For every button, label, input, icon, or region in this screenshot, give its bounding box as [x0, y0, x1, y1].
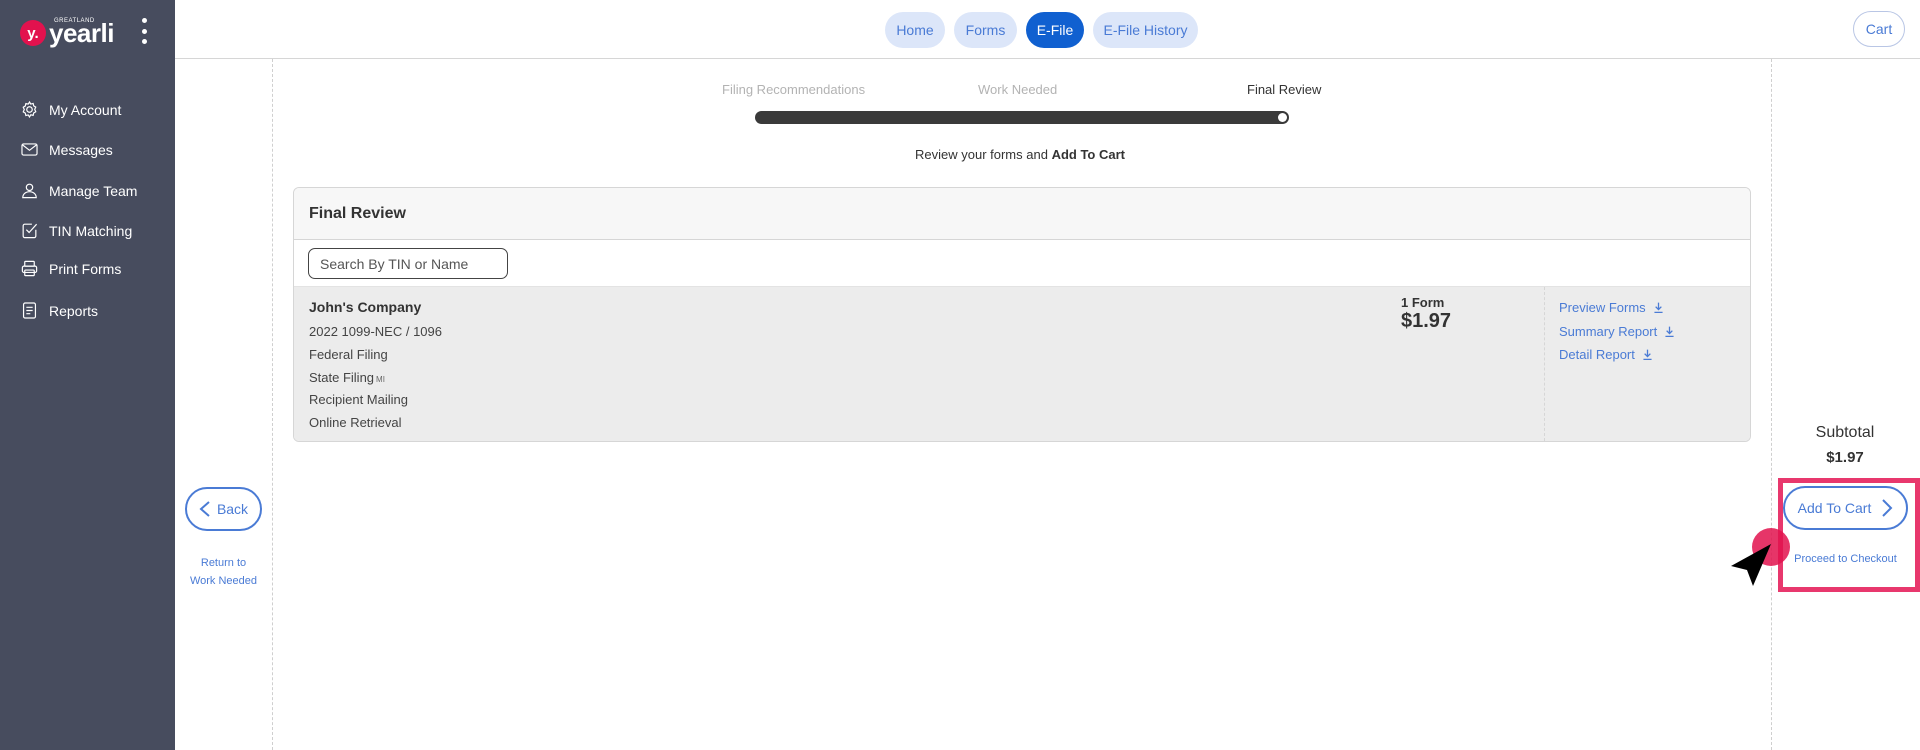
back-button[interactable]: Back: [185, 487, 262, 531]
proceed-to-checkout-link[interactable]: Proceed to Checkout: [1783, 553, 1908, 565]
subtotal-value: $1.97: [1826, 449, 1864, 466]
step-final-review: Final Review: [1247, 82, 1322, 97]
sidebar-item-label: Manage Team: [49, 182, 138, 199]
federal-filing: Federal Filing: [309, 347, 388, 362]
preview-forms-link[interactable]: Preview Forms: [1559, 300, 1665, 315]
sidebar-item-label: TIN Matching: [49, 222, 133, 239]
state-code: MI: [376, 375, 385, 384]
search-input[interactable]: [308, 248, 508, 279]
online-retrieval: Online Retrieval: [309, 415, 402, 430]
tab-efile[interactable]: E-File: [1026, 12, 1084, 48]
search-row: [294, 240, 1750, 287]
sidebar-item-label: Reports: [49, 302, 99, 319]
envelope-icon: [21, 143, 38, 156]
tab-home[interactable]: Home: [885, 12, 945, 48]
tab-efile-history[interactable]: E-File History: [1093, 12, 1198, 48]
brand-small-text: GREATLAND: [54, 18, 95, 24]
step-filing-recommendations: Filing Recommendations: [722, 82, 866, 97]
download-icon: [1643, 349, 1652, 361]
recipient-mailing: Recipient Mailing: [309, 392, 408, 407]
gear-icon: [22, 100, 37, 119]
sidebar-item-print-forms[interactable]: Print Forms: [20, 259, 121, 278]
brand-logo[interactable]: y. GREATLAND yearli: [20, 16, 114, 50]
sidebar-item-label: Print Forms: [49, 260, 122, 277]
form-price: $1.97: [1401, 310, 1452, 332]
state-filing: State Filing MI: [309, 370, 385, 385]
person-icon: [22, 183, 37, 199]
cursor-arrow-icon: [1731, 544, 1771, 586]
top-nav: Home Forms E-File E-File History Cart: [175, 0, 1920, 59]
instruction-text: Review your forms and Add To Cart: [915, 147, 1125, 162]
return-to-work-needed-link[interactable]: Return to Work Needed: [180, 554, 267, 590]
right-divider: [1771, 59, 1772, 750]
chevron-left-icon: [199, 501, 210, 517]
step-work-needed: Work Needed: [978, 82, 1058, 97]
download-icon: [1654, 302, 1663, 314]
sidebar-item-my-account[interactable]: My Account: [20, 100, 121, 119]
kebab-menu-icon[interactable]: [134, 16, 154, 46]
progress-handle: [1278, 113, 1287, 122]
form-type: 2022 1099-NEC / 1096: [309, 324, 442, 339]
printer-icon: [21, 260, 38, 277]
sidebar-item-messages[interactable]: Messages: [20, 140, 113, 159]
cart-button[interactable]: Cart: [1853, 11, 1905, 47]
sidebar-item-reports[interactable]: Reports: [20, 301, 98, 320]
summary-report-link[interactable]: Summary Report: [1559, 324, 1676, 339]
card-title: Final Review: [294, 188, 1750, 240]
company-name: John's Company: [309, 299, 422, 315]
download-links: Preview Forms Summary Report Detail Repo…: [1544, 287, 1750, 441]
download-icon: [1665, 326, 1674, 338]
brand-badge-icon: y.: [20, 20, 46, 46]
form-count: 1 Form: [1401, 295, 1445, 310]
progress-bar: [755, 111, 1289, 124]
check-square-icon: [22, 223, 38, 239]
sidebar-item-tin-matching[interactable]: TIN Matching: [20, 221, 132, 240]
add-to-cart-button[interactable]: Add To Cart: [1783, 486, 1908, 530]
document-icon: [22, 302, 37, 319]
sidebar-item-manage-team[interactable]: Manage Team: [20, 181, 137, 200]
final-review-card: Final Review John's Company 2022 1099-NE…: [293, 187, 1751, 442]
sidebar: y. GREATLAND yearli My Account Messages …: [0, 0, 175, 750]
sidebar-item-label: Messages: [49, 141, 113, 158]
chevron-right-icon: [1882, 499, 1893, 517]
table-row: John's Company 2022 1099-NEC / 1096 Fede…: [294, 287, 1750, 441]
detail-report-link[interactable]: Detail Report: [1559, 347, 1654, 362]
subtotal-label: Subtotal: [1815, 424, 1875, 441]
tab-forms[interactable]: Forms: [954, 12, 1017, 48]
left-divider: [272, 59, 273, 750]
sidebar-item-label: My Account: [49, 101, 122, 118]
